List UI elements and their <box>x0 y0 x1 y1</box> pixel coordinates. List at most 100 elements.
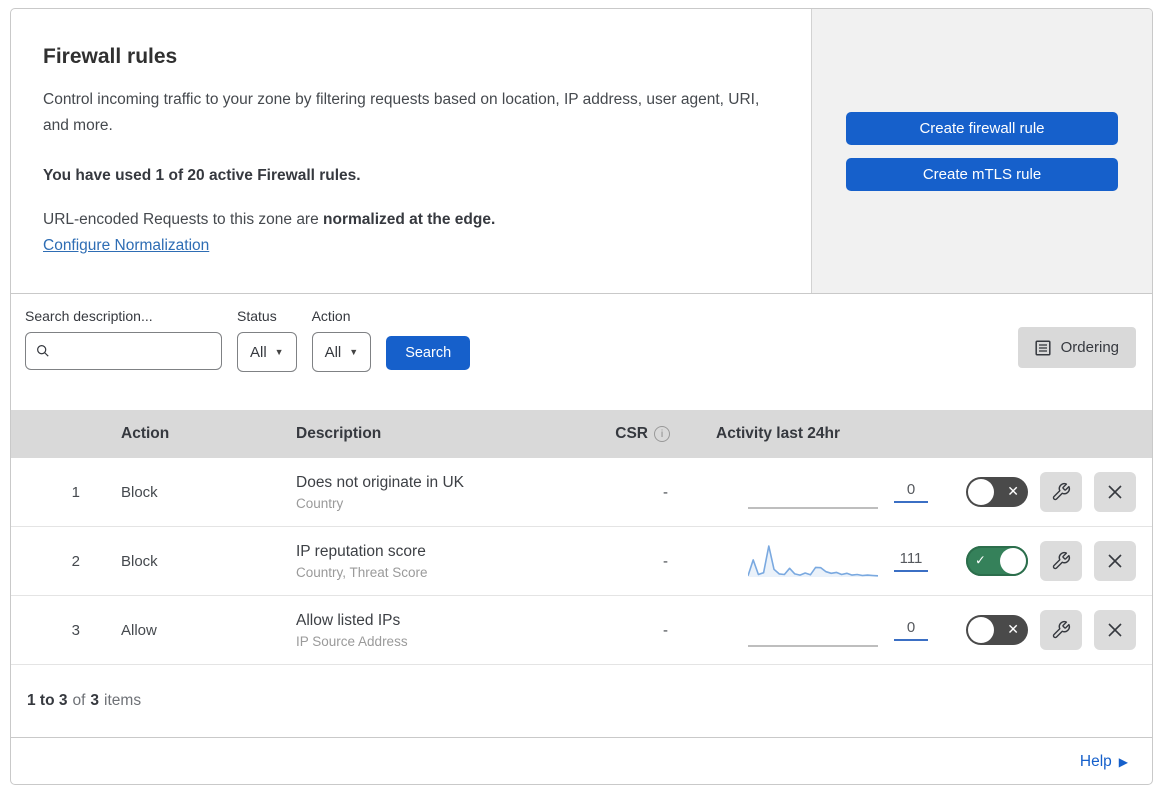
table-row: 2 Block IP reputation score Country, Thr… <box>11 527 1152 596</box>
rule-action: Allow <box>121 621 157 639</box>
rule-enabled-toggle[interactable]: ✓ ✕ <box>966 477 1028 507</box>
col-action: Action <box>121 425 170 442</box>
rule-controls: ✓ ✕ <box>922 472 1152 512</box>
status-dropdown-value: All <box>250 343 267 361</box>
rule-criteria: Country <box>296 495 344 511</box>
rule-action: Block <box>121 483 158 501</box>
help-link-label: Help <box>1079 752 1112 770</box>
action-filter-group: Action All ▼ <box>311 308 372 372</box>
page-description: Control incoming traffic to your zone by… <box>43 91 760 135</box>
chevron-down-icon: ▼ <box>349 347 359 357</box>
actions-panel: Create firewall rule Create mTLS rule <box>811 9 1152 293</box>
normalization-note: URL-encoded Requests to this zone are no… <box>43 211 771 229</box>
rule-criteria: IP Source Address <box>296 633 408 649</box>
rule-description: IP reputation score <box>296 542 426 560</box>
page-title: Firewall rules <box>43 45 178 68</box>
status-filter-group: Status All ▼ <box>237 308 297 372</box>
rule-csr-value: - <box>663 483 668 501</box>
check-icon: ✓ <box>975 552 986 568</box>
delete-rule-button[interactable] <box>1094 472 1136 512</box>
rule-index: 3 <box>71 621 80 639</box>
pagination-range: 1 to 3 <box>27 692 68 709</box>
table-row: 1 Block Does not originate in UK Country… <box>11 458 1152 527</box>
x-icon: ✕ <box>1007 621 1019 638</box>
col-activity: Activity last 24hr <box>716 425 841 442</box>
activity-sparkline <box>748 474 878 510</box>
rule-description-cell: Allow listed IPs IP Source Address <box>276 612 582 649</box>
action-dropdown-value: All <box>324 343 342 361</box>
toggle-knob <box>968 479 994 505</box>
help-link[interactable]: Help ▶ <box>1080 753 1128 771</box>
rule-description-cell: Does not originate in UK Country <box>276 474 582 511</box>
action-dropdown[interactable]: All ▼ <box>311 332 372 372</box>
x-icon: ✕ <box>1007 483 1019 500</box>
edit-rule-button[interactable] <box>1040 472 1082 512</box>
chevron-down-icon: ▼ <box>274 347 284 357</box>
rule-action: Block <box>121 552 158 570</box>
close-icon <box>1108 485 1122 499</box>
col-description: Description <box>296 425 382 442</box>
rule-csr-value: - <box>663 552 668 570</box>
rule-controls: ✓ ✕ <box>922 541 1152 581</box>
search-input-box[interactable] <box>25 332 222 370</box>
rule-enabled-toggle[interactable]: ✓ ✕ <box>966 546 1028 576</box>
pagination-summary: 1 to 3 of 3 items <box>11 665 1152 737</box>
rule-criteria: Country, Threat Score <box>296 564 428 580</box>
rule-index: 2 <box>71 552 80 570</box>
activity-sparkline <box>747 543 879 579</box>
rule-description: Allow listed IPs <box>296 611 401 629</box>
rule-controls: ✓ ✕ <box>922 610 1152 650</box>
rule-csr-value: - <box>663 621 668 639</box>
action-label: Action <box>311 308 351 324</box>
rule-enabled-toggle[interactable]: ✓ ✕ <box>966 615 1028 645</box>
rule-activity-cell: 0 <box>682 474 928 510</box>
search-icon <box>37 345 49 357</box>
status-dropdown[interactable]: All ▼ <box>237 332 297 372</box>
search-input[interactable] <box>57 343 211 359</box>
activity-sparkline <box>748 612 878 648</box>
create-firewall-rule-button[interactable]: Create firewall rule <box>846 111 1118 145</box>
header-section: Firewall rules Control incoming traffic … <box>11 9 1152 294</box>
normalization-note-bold: normalized at the edge. <box>323 211 496 229</box>
wrench-icon <box>1052 551 1071 570</box>
rule-description-cell: IP reputation score Country, Threat Scor… <box>276 543 582 580</box>
firewall-rules-card: Firewall rules Control incoming traffic … <box>10 8 1153 785</box>
toggle-knob <box>968 617 994 643</box>
close-icon <box>1108 623 1122 637</box>
delete-rule-button[interactable] <box>1094 610 1136 650</box>
rule-description: Does not originate in UK <box>296 473 465 491</box>
search-group: Search description... <box>25 308 222 370</box>
list-document-icon <box>1035 339 1051 356</box>
create-mtls-rule-button[interactable]: Create mTLS rule <box>846 157 1118 191</box>
edit-rule-button[interactable] <box>1040 541 1082 581</box>
usage-summary: You have used 1 of 20 active Firewall ru… <box>43 167 361 185</box>
pagination-total: 3 <box>90 692 100 709</box>
normalization-note-text: URL-encoded Requests to this zone are <box>43 211 324 229</box>
edit-rule-button[interactable] <box>1040 610 1082 650</box>
wrench-icon <box>1052 482 1071 501</box>
help-row: Help ▶ <box>11 737 1152 784</box>
header-text-block: Firewall rules Control incoming traffic … <box>11 9 811 293</box>
rule-index: 1 <box>71 483 80 501</box>
filter-bar: Search description... Status All ▼ Actio… <box>11 294 1152 410</box>
col-csr: CSR i <box>582 425 682 443</box>
rule-activity-cell: 111 <box>682 543 928 579</box>
pagination-items: items <box>104 692 142 709</box>
table-row: 3 Allow Allow listed IPs IP Source Addre… <box>11 596 1152 665</box>
delete-rule-button[interactable] <box>1094 541 1136 581</box>
pagination-of: of <box>72 692 86 709</box>
status-label: Status <box>237 308 277 324</box>
configure-normalization-link[interactable]: Configure Normalization <box>43 237 209 255</box>
ordering-button[interactable]: Ordering <box>1017 327 1136 368</box>
toggle-knob <box>1000 548 1026 574</box>
col-csr-label: CSR <box>615 425 648 442</box>
info-icon[interactable]: i <box>654 426 670 442</box>
search-button[interactable]: Search <box>386 336 471 370</box>
search-label: Search description... <box>25 308 153 324</box>
close-icon <box>1108 554 1122 568</box>
table-header: Action Description CSR i Activity last 2… <box>11 410 1152 458</box>
wrench-icon <box>1052 620 1071 639</box>
ordering-button-label: Ordering <box>1060 339 1119 356</box>
arrow-right-icon: ▶ <box>1118 754 1128 769</box>
rule-activity-cell: 0 <box>682 612 928 648</box>
